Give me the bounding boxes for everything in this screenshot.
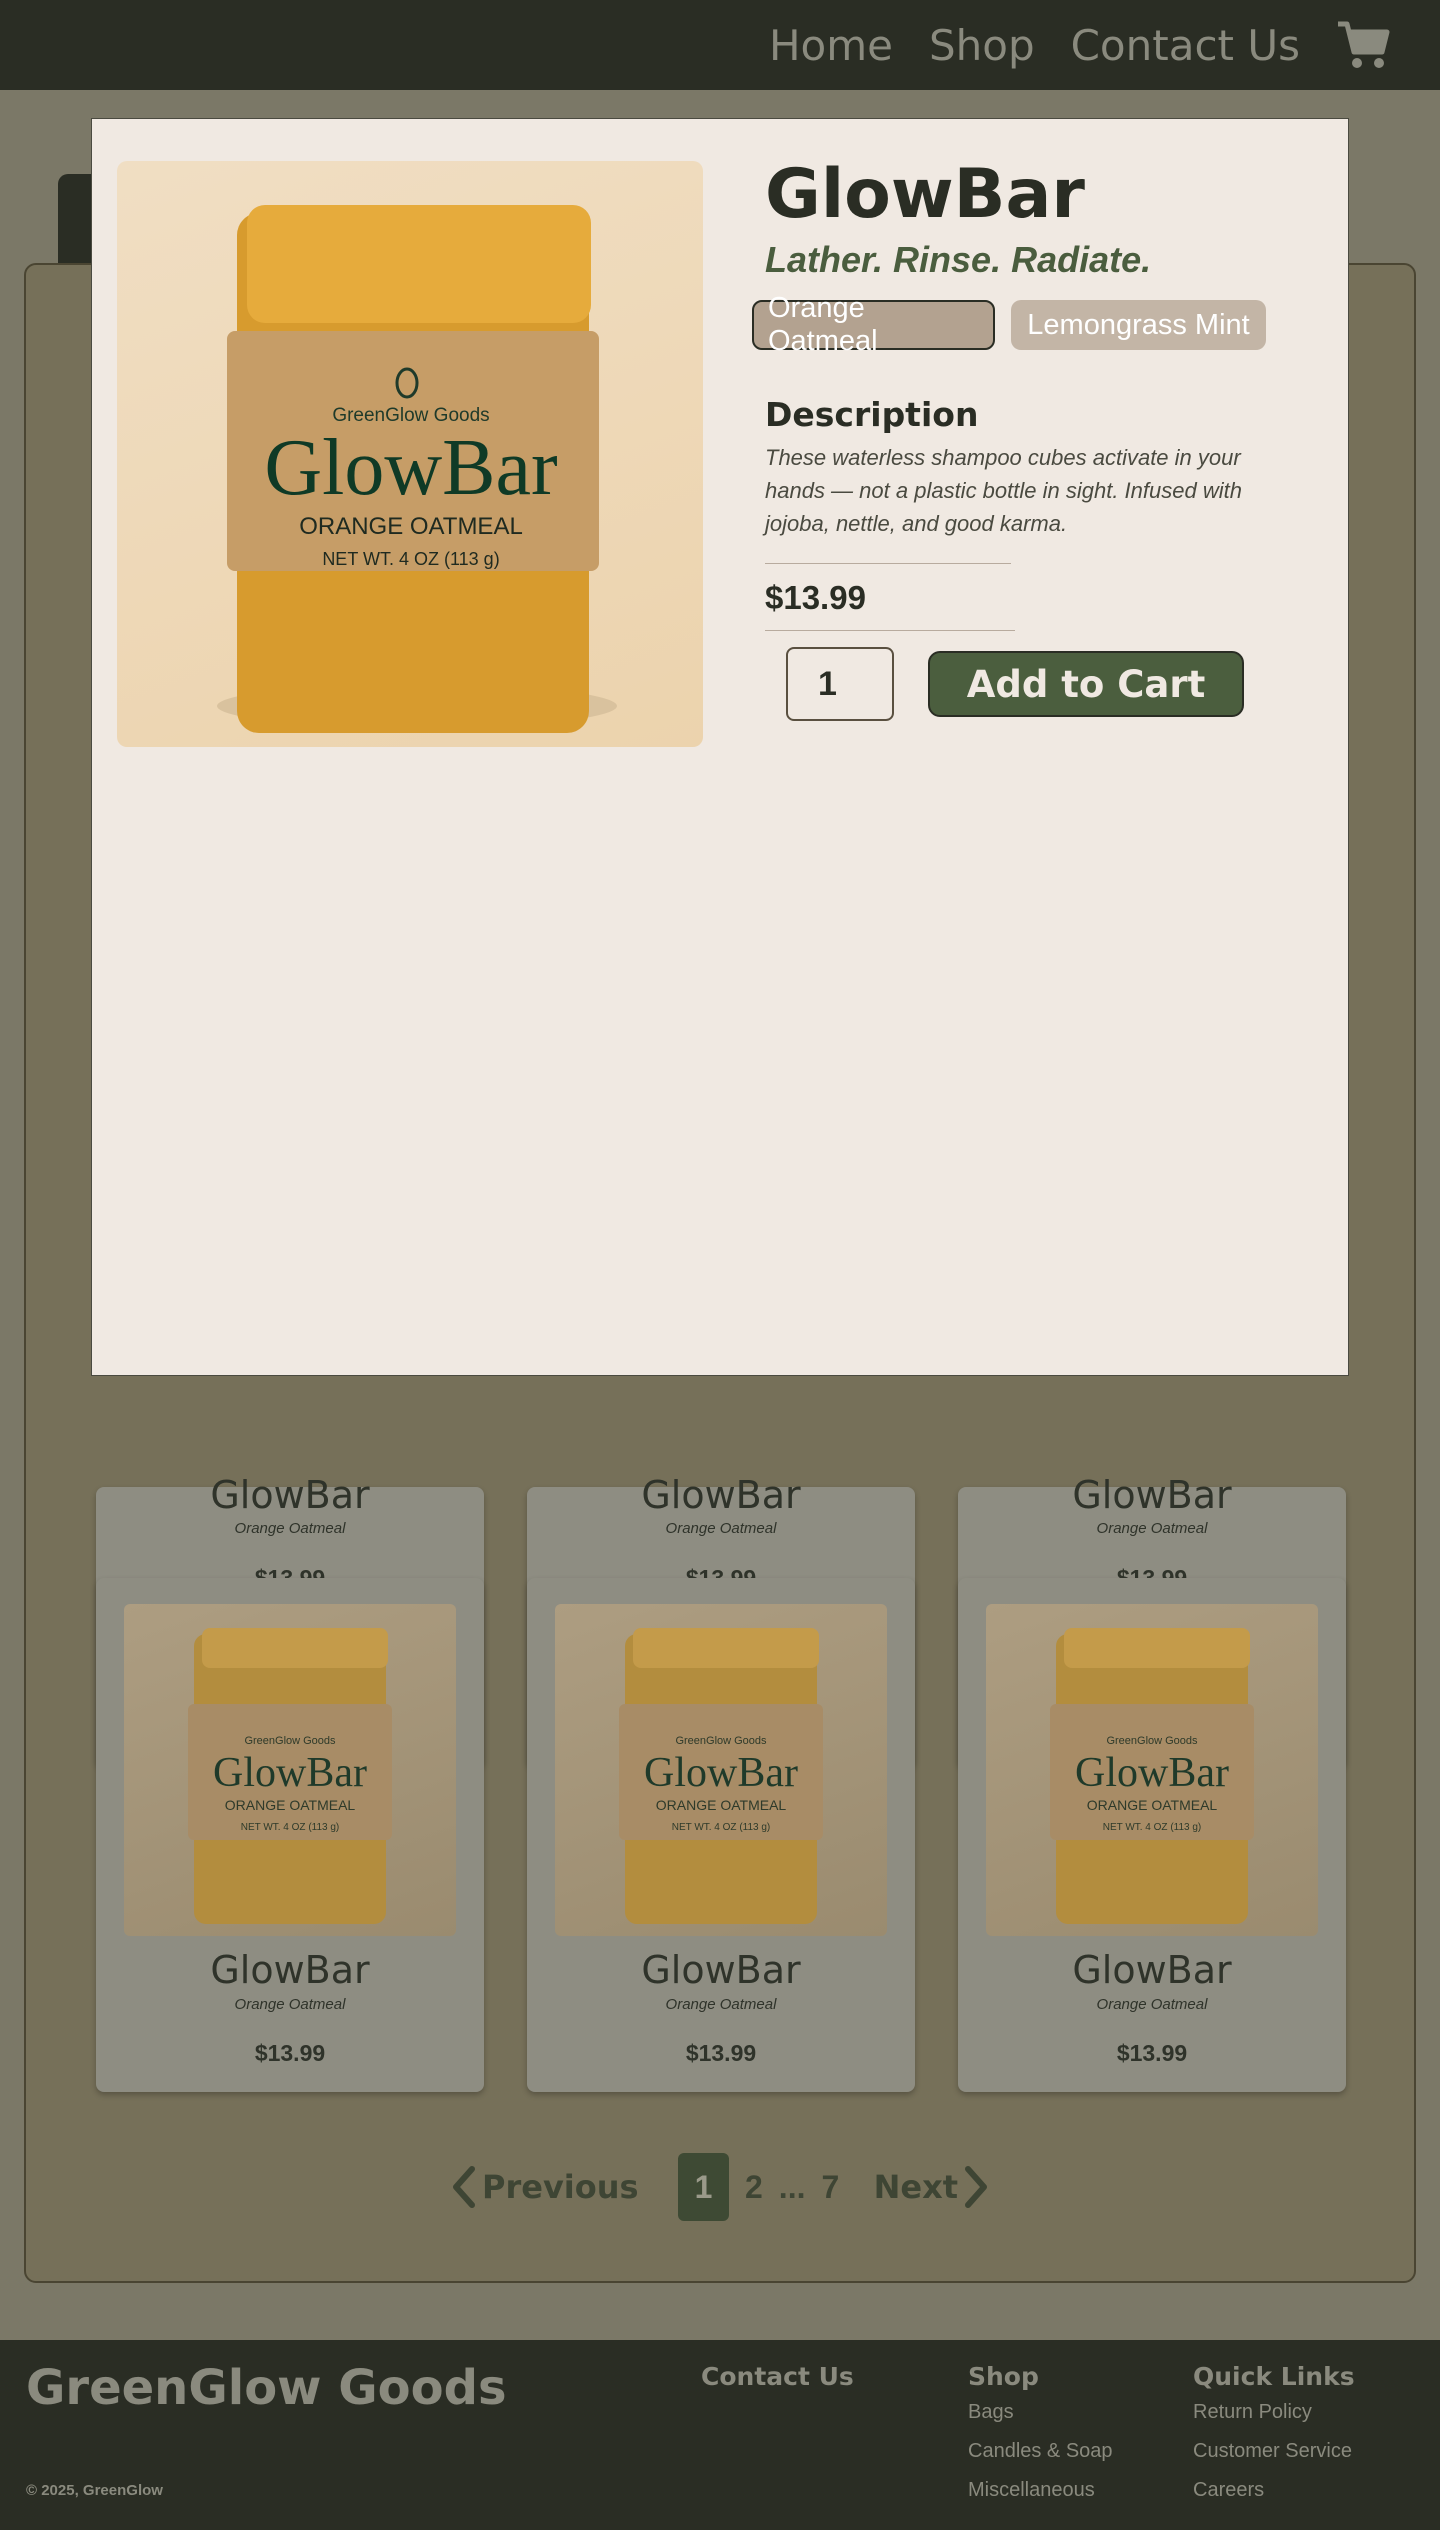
footer-shop-column: Shop Bags Candles & Soap Miscellaneous — [968, 2362, 1113, 2518]
footer-link-candles-soap[interactable]: Candles & Soap — [968, 2440, 1113, 2463]
footer-brand: GreenGlow Goods — [26, 2360, 507, 2416]
page-ellipsis: ... — [778, 2168, 806, 2205]
divider-bottom — [765, 630, 1015, 631]
product-card[interactable]: GreenGlow Goods GlowBar ORANGE OATMEAL N… — [958, 1578, 1346, 2092]
product-card[interactable]: GreenGlow Goods GlowBar ORANGE OATMEAL N… — [96, 1578, 484, 2092]
product-card-variant: Orange Oatmeal — [234, 1996, 346, 2013]
product-card-price: $13.99 — [254, 2040, 326, 2066]
label-brand: GreenGlow Goods — [244, 1735, 336, 1747]
product-card-image: GreenGlow Goods GlowBar ORANGE OATMEAL N… — [124, 1604, 456, 1936]
nav-contact-us[interactable]: Contact Us — [1071, 21, 1300, 70]
label-scent: ORANGE OATMEAL — [225, 1797, 356, 1813]
footer-copyright: © 2025, GreenGlow — [26, 2482, 163, 2499]
label-scent: ORANGE OATMEAL — [656, 1797, 787, 1813]
product-card-variant: Orange Oatmeal — [1096, 1996, 1208, 2013]
product-description: These waterless shampoo cubes activate i… — [765, 445, 1242, 536]
footer-quick-links-heading: Quick Links — [1193, 2362, 1355, 2391]
footer-link-bags[interactable]: Bags — [968, 2401, 1113, 2424]
product-card-variant: Orange Oatmeal — [665, 1996, 777, 2013]
footer-link-miscellaneous[interactable]: Miscellaneous — [968, 2479, 1113, 2502]
main-nav: Home Shop Contact Us — [769, 0, 1390, 90]
label-name: GlowBar — [1075, 1750, 1229, 1796]
next-page-button[interactable]: Next — [874, 2165, 990, 2209]
footer-link-careers[interactable]: Careers — [1193, 2479, 1355, 2502]
product-card-price: $13.99 — [685, 2040, 757, 2066]
product-card-image: GreenGlow Goods GlowBar ORANGE OATMEAL N… — [555, 1604, 887, 1936]
label-name: GlowBar — [213, 1750, 367, 1796]
footer: GreenGlow Goods © 2025, GreenGlow Contac… — [0, 2340, 1440, 2530]
footer-contact-heading[interactable]: Contact Us — [701, 2362, 854, 2391]
label-brand: GreenGlow Goods — [1106, 1735, 1198, 1747]
label-name: GlowBar — [644, 1750, 798, 1796]
label-weight: NET WT. 4 OZ (113 g) — [241, 1822, 340, 1833]
product-card-price: $13.99 — [1116, 2040, 1188, 2066]
description-heading: Description — [765, 395, 979, 434]
label-brand: GreenGlow Goods — [332, 405, 489, 426]
label-name: GlowBar — [264, 424, 557, 512]
add-to-cart-button[interactable]: Add to Cart — [928, 651, 1244, 717]
product-card-variant: Orange Oatmeal — [234, 1520, 346, 1537]
product-card-variant: Orange Oatmeal — [1096, 1520, 1208, 1537]
footer-shop-heading: Shop — [968, 2362, 1039, 2391]
chevron-left-icon — [453, 2166, 475, 2208]
page-1-button[interactable]: 1 — [678, 2153, 729, 2221]
product-price: $13.99 — [765, 579, 866, 616]
product-title: GlowBar — [765, 155, 1085, 234]
product-card-image: GreenGlow Goods GlowBar ORANGE OATMEAL N… — [986, 1604, 1318, 1936]
label-scent: ORANGE OATMEAL — [299, 513, 523, 540]
top-nav-bar: Home Shop Contact Us — [0, 0, 1440, 90]
product-card[interactable]: GreenGlow Goods GlowBar ORANGE OATMEAL N… — [527, 1578, 915, 2092]
product-card-name: GlowBar — [210, 1473, 370, 1517]
label-weight: NET WT. 4 OZ (113 g) — [322, 549, 499, 569]
product-card-name: GlowBar — [210, 1948, 370, 1992]
cart-icon[interactable] — [1336, 18, 1390, 72]
divider-top — [765, 563, 1011, 564]
nav-shop[interactable]: Shop — [929, 21, 1035, 70]
footer-quick-links-column: Quick Links Return Policy Customer Servi… — [1193, 2362, 1355, 2518]
next-label: Next — [873, 2168, 958, 2206]
product-detail-modal: GreenGlow Goods GlowBar ORANGE OATMEAL N… — [92, 119, 1348, 1375]
footer-contact-column: Contact Us — [701, 2362, 854, 2401]
pagination: Previous 1 2 ... 7 Next — [450, 2152, 990, 2222]
previous-label: Previous — [482, 2168, 639, 2206]
option-lemongrass-mint[interactable]: Lemongrass Mint — [1011, 300, 1266, 350]
product-card-name: GlowBar — [641, 1473, 801, 1517]
page-7-button[interactable]: 7 — [821, 2169, 839, 2206]
product-card-name: GlowBar — [1072, 1948, 1232, 1992]
option-orange-oatmeal[interactable]: Orange Oatmeal — [752, 292, 995, 357]
product-card-name: GlowBar — [1072, 1473, 1232, 1517]
quantity-input[interactable] — [786, 647, 894, 721]
footer-link-customer-service[interactable]: Customer Service — [1193, 2440, 1355, 2463]
label-weight: NET WT. 4 OZ (113 g) — [672, 1822, 771, 1833]
chevron-right-icon — [965, 2166, 987, 2208]
footer-link-return-policy[interactable]: Return Policy — [1193, 2401, 1355, 2424]
label-weight: NET WT. 4 OZ (113 g) — [1103, 1822, 1202, 1833]
product-card-name: GlowBar — [641, 1948, 801, 1992]
label-scent: ORANGE OATMEAL — [1087, 1797, 1218, 1813]
product-tagline: Lather. Rinse. Radiate. — [765, 239, 1152, 280]
product-card-variant: Orange Oatmeal — [665, 1520, 777, 1537]
page-2-button[interactable]: 2 — [745, 2169, 763, 2206]
previous-page-button[interactable]: Previous — [450, 2165, 639, 2209]
product-hero-image: GreenGlow Goods GlowBar ORANGE OATMEAL N… — [117, 161, 703, 747]
label-brand: GreenGlow Goods — [675, 1735, 767, 1747]
nav-home[interactable]: Home — [769, 21, 893, 70]
